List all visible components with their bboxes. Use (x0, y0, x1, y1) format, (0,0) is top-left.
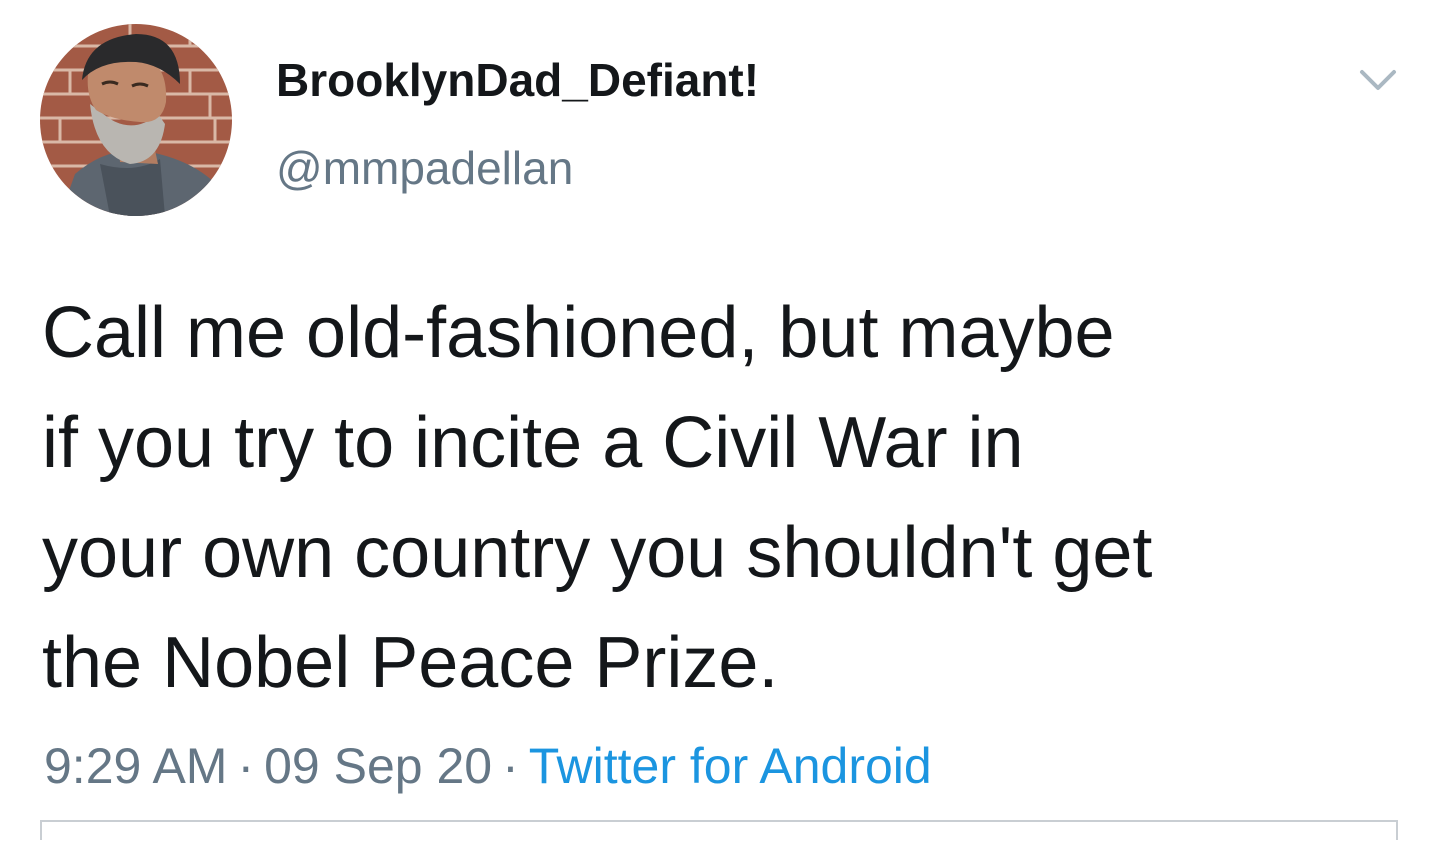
tweet-text-line: Call me old-fashioned, but maybe (42, 293, 1115, 373)
tweet-text-line: your own country you shouldn't get (42, 513, 1153, 593)
tweet-source-link[interactable]: Twitter for Android (529, 738, 932, 794)
meta-separator: · (502, 738, 519, 794)
author-handle[interactable]: @mmpadellan (276, 140, 573, 196)
tweet-text-line: if you try to incite a Civil War in (42, 403, 1024, 483)
tweet-menu-button[interactable] (1350, 58, 1406, 102)
tweet-divider (40, 820, 1398, 840)
meta-separator: · (237, 738, 255, 794)
tweet-card: BrooklynDad_Defiant! @mmpadellan Call me… (0, 0, 1440, 841)
user-avatar-photo (40, 24, 232, 216)
tweet-date[interactable]: 09 Sep 20 (264, 738, 492, 794)
tweet-time[interactable]: 9:29 AM (44, 738, 227, 794)
tweet-text: Call me old-fashioned, but maybe if you … (42, 278, 1422, 718)
chevron-down-icon (1360, 70, 1396, 90)
tweet-metadata: 9:29 AM · 09 Sep 20 · Twitter for Android (44, 736, 932, 796)
tweet-text-line: the Nobel Peace Prize. (42, 623, 779, 703)
author-avatar[interactable] (40, 24, 232, 216)
author-display-name[interactable]: BrooklynDad_Defiant! (276, 52, 759, 108)
